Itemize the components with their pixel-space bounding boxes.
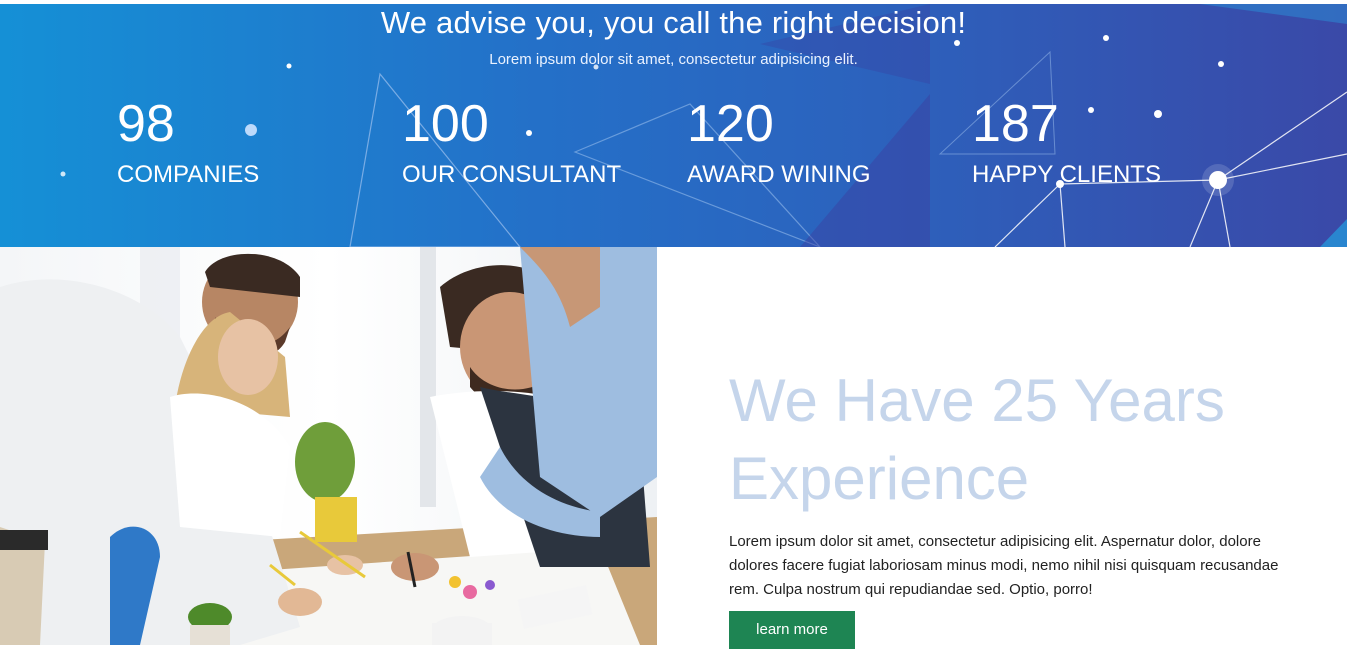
stats-section: We advise you, you call the right decisi… [0, 4, 1347, 247]
stats-subline: Lorem ipsum dolor sit amet, consectetur … [489, 51, 858, 68]
stat-number: 120 [687, 95, 774, 153]
stat-number: 187 [972, 95, 1059, 153]
stat-companies: 98 COMPANIES [117, 92, 259, 190]
experience-title-line1: We Have 25 Years [729, 367, 1225, 434]
stat-number: 98 [117, 95, 175, 153]
learn-more-button[interactable]: learn more [729, 611, 855, 649]
stat-label: COMPANIES [117, 161, 260, 188]
experience-title-line2: Experience [729, 445, 1030, 512]
experience-body: Lorem ipsum dolor sit amet, consectetur … [729, 533, 1279, 598]
experience-section: We Have 25 Years Experience Lorem ipsum … [729, 362, 1309, 602]
stat-label: OUR CONSULTANT [402, 161, 622, 188]
team-photo [0, 247, 657, 645]
stat-consultants: 100 OUR CONSULTANT [402, 92, 621, 190]
stat-label: HAPPY CLIENTS [972, 161, 1161, 188]
stat-happy-clients: 187 HAPPY CLIENTS [972, 92, 1161, 190]
stat-label: AWARD WINING [687, 161, 871, 188]
stat-awards: 120 AWARD WINING [687, 92, 871, 190]
team-photo-illustration [0, 247, 657, 645]
experience-title: We Have 25 Years Experience [729, 362, 1309, 518]
stats-headline: We advise you, you call the right decisi… [380, 5, 967, 40]
stat-number: 100 [402, 95, 489, 153]
